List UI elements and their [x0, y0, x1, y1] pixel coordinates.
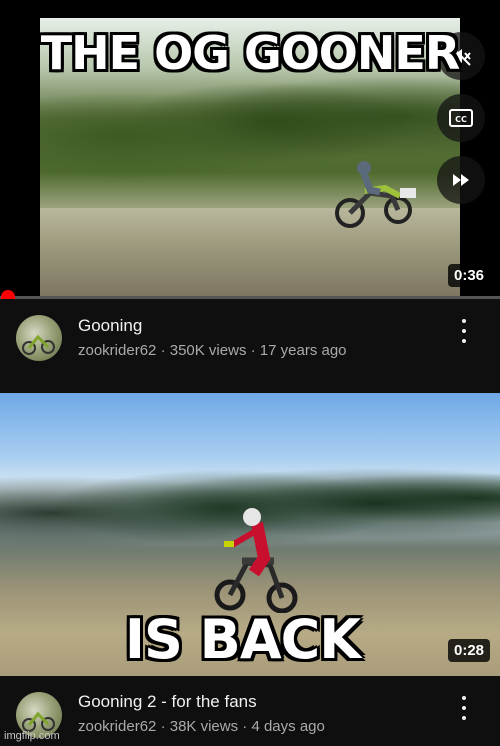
dirt-bike-rider-image — [335, 161, 416, 228]
upload-age: 4 days ago — [251, 718, 325, 735]
top-bar — [0, 0, 500, 18]
view-count: 350K views — [169, 342, 247, 359]
captions-button[interactable]: CC — [437, 94, 485, 142]
avatar-bike-icon — [22, 334, 55, 355]
kebab-dot — [462, 696, 466, 700]
video-title[interactable]: Gooning — [78, 316, 142, 336]
channel-avatar[interactable] — [16, 315, 62, 361]
upload-age: 17 years ago — [259, 342, 347, 359]
cc-icon: CC — [449, 109, 473, 127]
separator: · — [250, 342, 256, 359]
imgflip-watermark: imgflip.com — [4, 730, 60, 742]
channel-name[interactable]: zookrider62 — [78, 342, 156, 359]
more-options-button[interactable] — [454, 696, 474, 720]
dirt-bike-rider-image — [214, 508, 298, 613]
meme-top-caption: THE OG GOONER — [40, 26, 461, 80]
video-subtitle: zookrider62 · 38K views · 4 days ago — [78, 718, 325, 735]
video-1-duration: 0:36 — [448, 264, 491, 287]
more-options-button[interactable] — [454, 319, 474, 343]
separator: · — [242, 718, 248, 735]
video-subtitle: zookrider62 · 350K views · 17 years ago — [78, 342, 347, 359]
kebab-dot — [462, 329, 466, 333]
skip-next-button[interactable] — [437, 156, 485, 204]
svg-text:CC: CC — [455, 115, 467, 124]
kebab-dot — [462, 706, 466, 710]
skip-next-icon — [453, 174, 469, 186]
separator: · — [160, 718, 166, 735]
kebab-dot — [462, 339, 466, 343]
kebab-dot — [462, 716, 466, 720]
video-2-info[interactable]: Gooning 2 - for the fans zookrider62 · 3… — [0, 676, 500, 746]
video-1-info[interactable]: Gooning zookrider62 · 350K views · 17 ye… — [0, 299, 500, 394]
view-count: 38K views — [169, 718, 239, 735]
meme-bottom-caption: IS BACK — [124, 608, 361, 671]
separator: · — [160, 342, 166, 359]
channel-name[interactable]: zookrider62 — [78, 718, 156, 735]
video-title[interactable]: Gooning 2 - for the fans — [78, 692, 257, 712]
kebab-dot — [462, 319, 466, 323]
